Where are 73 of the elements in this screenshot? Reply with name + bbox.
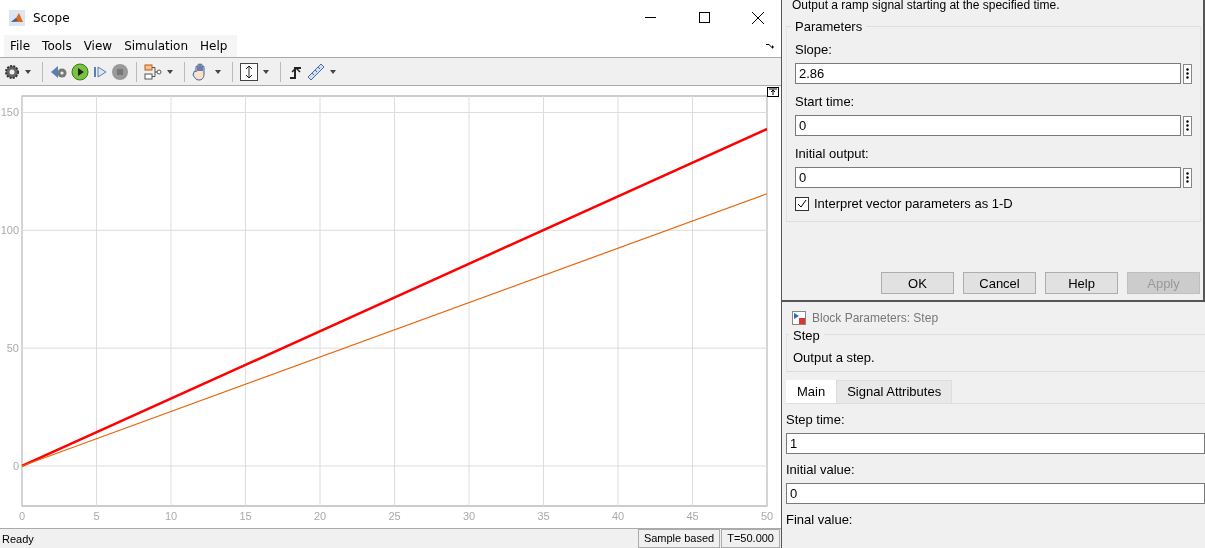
menu-item[interactable]: Tools: [36, 35, 78, 57]
signal-select-icon[interactable]: [144, 63, 162, 80]
x-tick-label: 0: [18, 510, 26, 522]
field-label: Initial output:: [795, 146, 870, 161]
x-tick-label: 50: [760, 510, 774, 522]
x-tick-label: 40: [611, 510, 625, 522]
menu-item[interactable]: Help: [194, 35, 234, 57]
ruler-icon[interactable]: [307, 62, 325, 81]
dots-icon: [1186, 172, 1189, 183]
group-title: Step: [789, 328, 824, 343]
caret-icon[interactable]: [215, 69, 221, 74]
x-tick-label: 15: [239, 510, 252, 522]
caret-icon[interactable]: [330, 69, 336, 74]
expand-icon[interactable]: [767, 87, 779, 97]
stop-icon[interactable]: [111, 62, 129, 81]
close-icon[interactable]: [752, 11, 764, 24]
y-tick-label: 50: [6, 342, 19, 355]
x-tick-label: 10: [164, 510, 178, 522]
parameter-field[interactable]: 0: [786, 483, 1205, 504]
step-back-icon[interactable]: [50, 63, 68, 80]
field-label: Initial value:: [786, 462, 856, 477]
y-tick-label: 150: [0, 106, 19, 119]
block-description: Output a ramp signal starting at the specified time.: [791, 0, 1061, 14]
group-title: Parameters: [791, 19, 867, 34]
dialog-button[interactable]: Cancel: [963, 272, 1036, 294]
caret-icon[interactable]: [167, 69, 173, 74]
x-tick-label: 25: [388, 510, 401, 522]
options-button[interactable]: [1183, 63, 1192, 84]
run-icon[interactable]: [71, 62, 89, 81]
block-description: Output a step.: [793, 350, 876, 365]
parameter-field[interactable]: 1: [786, 433, 1205, 454]
dialog-button[interactable]: OK: [881, 272, 954, 294]
minimize-icon[interactable]: [644, 17, 656, 18]
status-text: Ready: [1, 532, 35, 545]
caret-icon[interactable]: [25, 69, 31, 74]
status-mode: Sample based: [637, 529, 721, 548]
y-tick-label: 0: [12, 459, 19, 472]
undock-arrow-icon[interactable]: [766, 42, 775, 50]
window-title: Block Parameters: Step: [812, 311, 939, 325]
tab[interactable]: Signal Attributes: [836, 380, 953, 403]
app-icon: [9, 9, 25, 26]
options-button[interactable]: [1183, 115, 1192, 136]
tab[interactable]: Main: [786, 380, 837, 403]
settings-icon[interactable]: [4, 63, 20, 80]
step-forward-icon[interactable]: [92, 63, 108, 80]
dots-icon: [1186, 120, 1189, 131]
parameter-field[interactable]: 2.86: [795, 63, 1181, 84]
maximize-icon[interactable]: [698, 12, 710, 23]
dots-icon: [1186, 68, 1189, 79]
field-label: Start time:: [795, 94, 856, 109]
caret-icon[interactable]: [263, 69, 269, 74]
checkbox-label: Interpret vector parameters as 1-D: [814, 196, 1013, 211]
x-tick-label: 35: [537, 510, 550, 522]
menu-item[interactable]: Simulation: [118, 35, 195, 57]
parameter-field[interactable]: 0: [795, 115, 1181, 136]
zoom-y-icon[interactable]: [240, 62, 258, 81]
y-tick-label: 100: [0, 224, 19, 237]
field-label: Step time:: [786, 412, 846, 427]
x-tick-label: 20: [313, 510, 327, 522]
block-icon: [792, 311, 806, 325]
status-time: T=50.000: [721, 529, 780, 548]
menu-item[interactable]: View: [77, 35, 119, 57]
x-tick-label: 30: [462, 510, 476, 522]
x-tick-label: 45: [686, 510, 699, 522]
window-title: Scope: [33, 10, 71, 25]
menu-item[interactable]: File: [4, 35, 37, 57]
field-label: Slope:: [795, 42, 833, 57]
checkbox[interactable]: [795, 196, 809, 211]
field-label: Final value:: [786, 512, 854, 527]
dialog-button[interactable]: Help: [1045, 272, 1118, 294]
parameter-field[interactable]: 0: [795, 167, 1181, 188]
options-button[interactable]: [1183, 167, 1192, 188]
x-tick-label: 5: [93, 510, 100, 522]
